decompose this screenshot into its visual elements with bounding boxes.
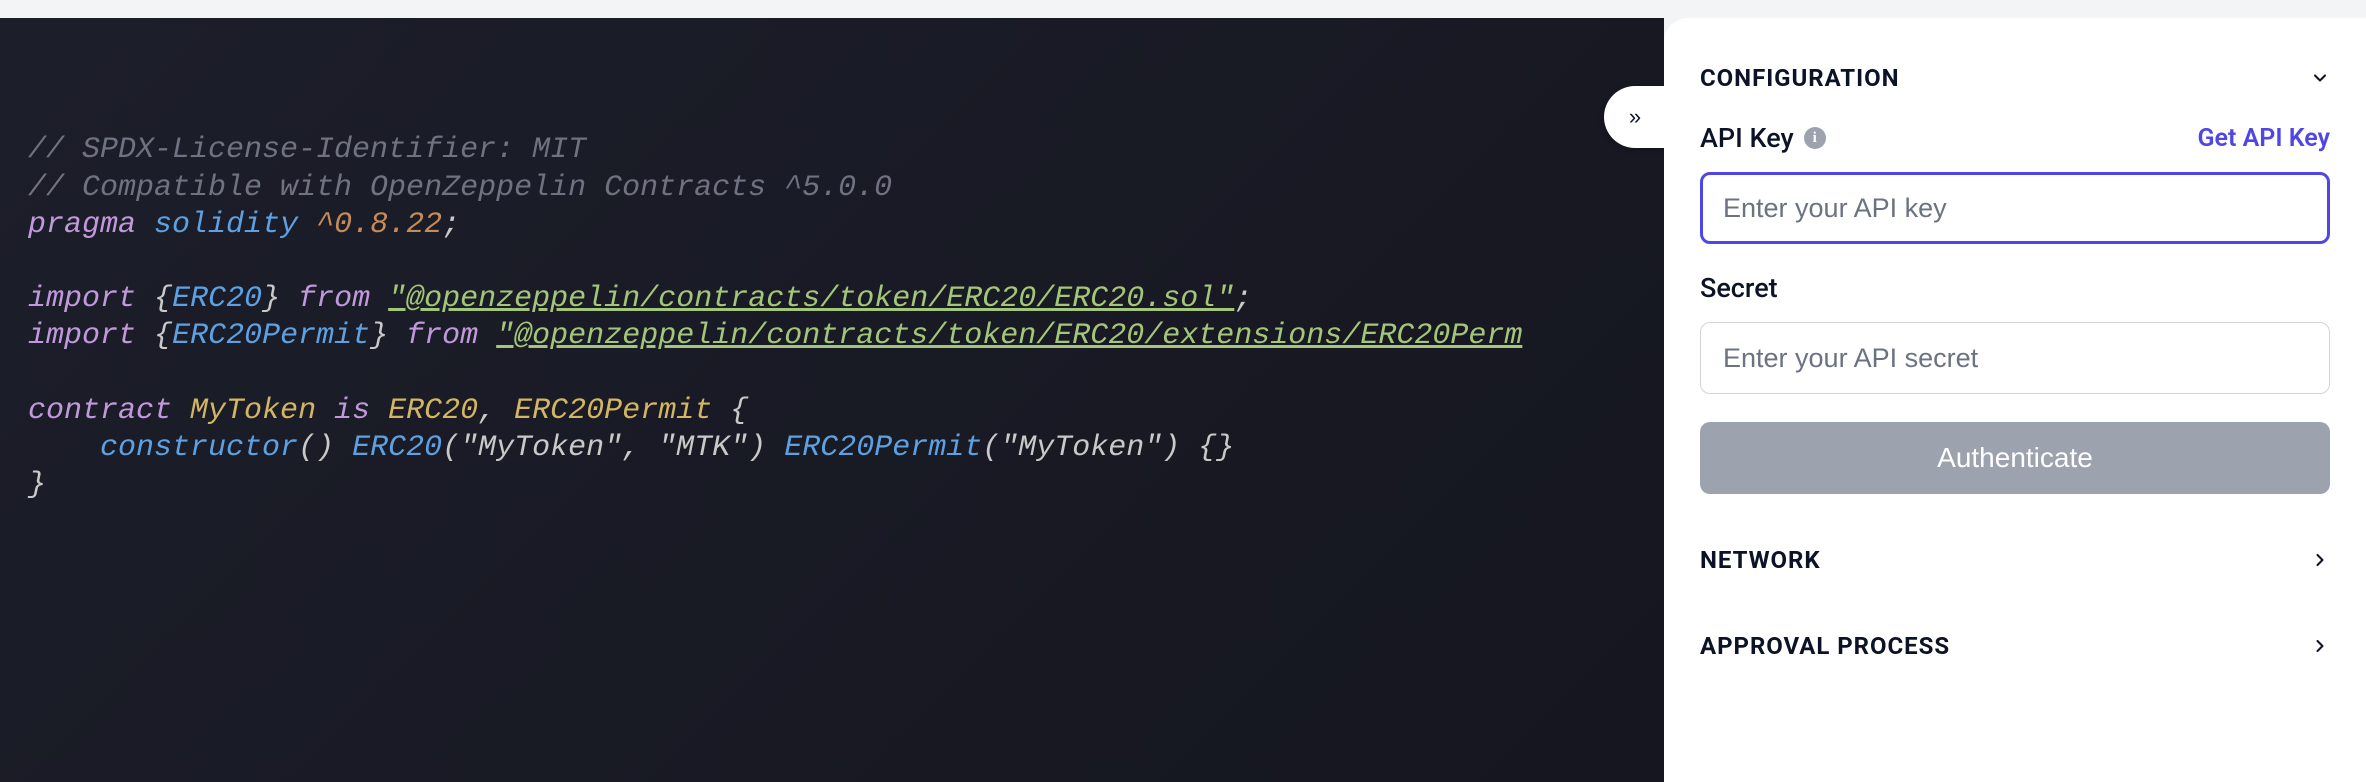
code-keyword: import xyxy=(28,282,136,316)
code-punct: ; xyxy=(442,208,460,242)
code-version: ^0.8.22 xyxy=(316,208,442,242)
chevron-right-icon xyxy=(2310,550,2330,570)
secret-input[interactable] xyxy=(1700,322,2330,394)
code-keyword: from xyxy=(406,319,478,353)
code-punct: } xyxy=(370,319,388,353)
chevron-down-icon xyxy=(2310,68,2330,88)
api-key-label: API Key i xyxy=(1700,122,1826,154)
api-key-input[interactable] xyxy=(1700,172,2330,244)
code-punct: () xyxy=(298,431,334,465)
section-header-network[interactable]: NETWORK xyxy=(1700,520,2330,600)
app-root: » // SPDX-License-Identifier: MIT // Com… xyxy=(0,0,2366,782)
code-keyword: is xyxy=(334,394,370,428)
section-title: CONFIGURATION xyxy=(1700,64,1899,92)
code-comment: // Compatible with OpenZeppelin Contract… xyxy=(28,171,892,205)
code-content: // SPDX-License-Identifier: MIT // Compa… xyxy=(28,132,1664,504)
code-punct: { xyxy=(154,319,172,353)
code-punct: ("MyToken", "MTK") xyxy=(442,431,766,465)
get-api-key-link[interactable]: Get API Key xyxy=(2198,124,2330,153)
section-header-configuration[interactable]: CONFIGURATION xyxy=(1700,64,2330,118)
chevron-double-right-icon: » xyxy=(1629,104,1641,130)
code-punct: { xyxy=(730,394,748,428)
chevron-right-icon xyxy=(2310,636,2330,656)
collapse-panel-button[interactable]: » xyxy=(1604,86,1664,148)
section-title: NETWORK xyxy=(1700,546,1821,574)
authenticate-button[interactable]: Authenticate xyxy=(1700,422,2330,494)
config-panel: CONFIGURATION API Key i Get API Key Secr… xyxy=(1664,18,2366,782)
code-editor[interactable]: » // SPDX-License-Identifier: MIT // Com… xyxy=(0,18,1664,782)
code-string: "@openzeppelin/contracts/token/ERC20/ext… xyxy=(496,319,1522,353)
code-keyword: import xyxy=(28,319,136,353)
section-body-configuration: API Key i Get API Key Secret Authenticat… xyxy=(1700,118,2330,520)
code-string: "@openzeppelin/contracts/token/ERC20/ERC… xyxy=(388,282,1234,316)
api-key-row: API Key i Get API Key xyxy=(1700,122,2330,154)
info-icon[interactable]: i xyxy=(1804,127,1826,149)
code-punct: } xyxy=(28,468,46,502)
code-type: MyToken xyxy=(190,394,316,428)
code-identifier: ERC20 xyxy=(172,282,262,316)
code-comment: // SPDX-License-Identifier: MIT xyxy=(28,133,586,167)
code-identifier: ERC20Permit xyxy=(172,319,370,353)
section-title: APPROVAL PROCESS xyxy=(1700,632,1950,660)
section-header-approval[interactable]: APPROVAL PROCESS xyxy=(1700,606,2330,686)
api-key-label-text: API Key xyxy=(1700,122,1794,154)
code-punct: ; xyxy=(1234,282,1252,316)
code-type: ERC20 xyxy=(388,394,478,428)
code-punct: , xyxy=(478,394,496,428)
code-punct: { xyxy=(154,282,172,316)
secret-label: Secret xyxy=(1700,272,2330,304)
code-keyword: pragma xyxy=(28,208,136,242)
code-builtin: constructor xyxy=(100,431,298,465)
code-identifier: ERC20Permit xyxy=(784,431,982,465)
code-punct: ("MyToken") xyxy=(982,431,1180,465)
code-keyword: from xyxy=(298,282,370,316)
code-punct: {} xyxy=(1198,431,1234,465)
code-type: ERC20Permit xyxy=(514,394,712,428)
code-keyword: contract xyxy=(28,394,172,428)
code-punct: } xyxy=(262,282,280,316)
code-builtin: solidity xyxy=(154,208,298,242)
code-identifier: ERC20 xyxy=(352,431,442,465)
